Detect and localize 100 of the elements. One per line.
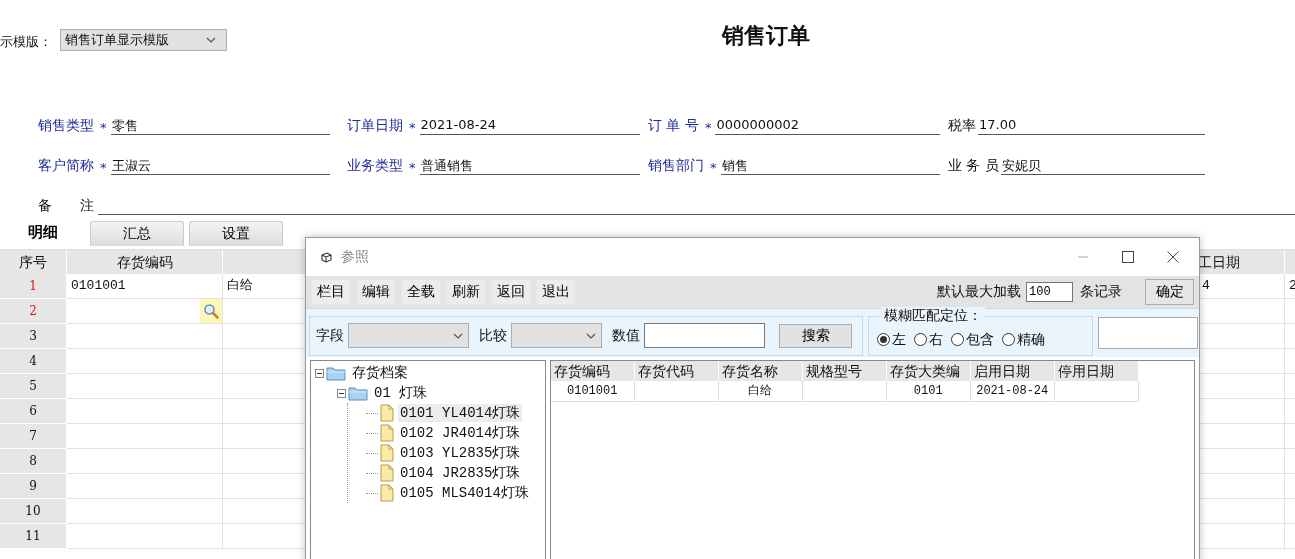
unit-label: 条记录 <box>1080 283 1122 301</box>
document-icon <box>380 484 394 502</box>
confirm-button[interactable]: 确定 <box>1145 279 1194 305</box>
document-icon <box>380 464 394 482</box>
tab[interactable]: 设置 <box>189 221 283 246</box>
radio-button[interactable] <box>1002 333 1015 346</box>
tree-item[interactable]: 0101 YL4014灯珠 <box>398 404 523 422</box>
filter-label: 比较 <box>479 326 507 345</box>
filter-label: 数值 <box>612 326 640 345</box>
column-header[interactable]: 存货编码 <box>67 250 223 274</box>
tree-item[interactable]: 0103 YL2835灯珠 <box>398 444 523 462</box>
field-label: 订单日期 <box>347 117 403 135</box>
radio-button[interactable] <box>877 333 890 346</box>
tree-item[interactable]: 0104 JR2835灯珠 <box>398 464 523 482</box>
toolbar-button[interactable]: 栏目 <box>311 279 351 305</box>
max-load-label: 默认最大加载 <box>937 283 1021 301</box>
field-label: 备 注 <box>38 197 94 215</box>
row-number: 11 <box>0 524 67 549</box>
row-number: 3 <box>0 324 67 349</box>
tree-item[interactable]: 0102 JR4014灯珠 <box>398 424 523 442</box>
toolbar-button[interactable]: 返回 <box>491 279 531 305</box>
document-icon <box>380 424 394 442</box>
form-field[interactable]: 王淑云 <box>110 157 330 175</box>
field-label: 业 务 员 <box>948 157 999 175</box>
filter-label: 字段 <box>316 326 344 345</box>
dialog-title: 参照 <box>341 248 369 266</box>
caret-icon[interactable] <box>586 332 596 339</box>
document-title: 销售订单 <box>722 22 810 50</box>
form-field[interactable]: 普通销售 <box>419 157 640 175</box>
row-number: 6 <box>0 399 67 424</box>
tree-item[interactable]: 存货档案 <box>350 364 410 382</box>
field-label: 业务类型 <box>347 157 403 175</box>
tree-item[interactable]: 01 灯珠 <box>372 384 430 402</box>
radio-label[interactable]: 左 <box>892 330 906 349</box>
toolbar-button[interactable]: 退出 <box>536 279 576 305</box>
row-number: 2 <box>0 299 67 324</box>
value-field[interactable] <box>644 323 765 348</box>
field-label: 客户简称 <box>38 157 94 175</box>
field-select[interactable] <box>348 323 469 348</box>
column-header[interactable]: 存货代码 <box>634 361 719 381</box>
field-label: 订 单 号 <box>648 117 699 135</box>
row-number: 10 <box>0 499 67 524</box>
form-field[interactable]: 17.00 <box>978 117 1205 135</box>
document-icon <box>380 444 394 462</box>
table-cell: 白给 <box>718 381 803 402</box>
search-button[interactable]: 搜索 <box>779 323 852 348</box>
form-field[interactable]: 0000000002 <box>715 117 940 135</box>
template-select[interactable]: 销售订单显示模版 <box>60 29 227 51</box>
max-load-field[interactable]: 100 <box>1026 282 1073 302</box>
column-header[interactable]: 存货名称 <box>718 361 803 381</box>
column-header[interactable]: 停用日期 <box>1054 361 1139 381</box>
row-number: 7 <box>0 424 67 449</box>
caret-icon[interactable] <box>453 332 463 339</box>
row-number: 8 <box>0 449 67 474</box>
tree-item[interactable]: 0105 MLS4014灯珠 <box>398 484 531 502</box>
column-header[interactable]: 序号 <box>0 250 67 274</box>
locate-field[interactable] <box>1098 317 1198 349</box>
caret-icon[interactable] <box>206 37 216 43</box>
radio-button[interactable] <box>951 333 964 346</box>
cube-icon <box>320 250 333 264</box>
form-field[interactable]: 安妮贝 <box>1000 157 1205 175</box>
column-header[interactable]: 规格型号 <box>802 361 887 381</box>
folder-icon <box>326 365 346 381</box>
table-cell: 0101 <box>886 381 971 402</box>
toolbar-button[interactable]: 刷新 <box>446 279 486 305</box>
required-mark: * <box>704 120 712 135</box>
table-cell: 2021-08-24 <box>970 381 1055 402</box>
close-icon[interactable] <box>1167 251 1179 263</box>
required-mark: * <box>100 160 107 175</box>
form-field[interactable]: 2021-08-24 <box>419 117 640 135</box>
tab[interactable]: 汇总 <box>90 221 184 246</box>
search-button[interactable] <box>200 299 222 323</box>
maximize-icon[interactable] <box>1122 251 1134 263</box>
required-mark: * <box>409 120 416 135</box>
toolbar-button[interactable]: 编辑 <box>356 279 396 305</box>
form-field[interactable]: 销售 <box>720 157 940 175</box>
document-icon <box>380 404 394 422</box>
field-label: 税率 <box>948 117 976 135</box>
radio-label[interactable]: 包含 <box>966 330 994 349</box>
column-header[interactable]: 启用日期 <box>970 361 1055 381</box>
toolbar-button[interactable]: 全载 <box>401 279 441 305</box>
row-number: 4 <box>0 349 67 374</box>
field-label: 销售部门 <box>648 157 704 175</box>
collapse-icon[interactable] <box>337 388 346 398</box>
radio-label[interactable]: 右 <box>929 330 943 349</box>
folder-icon <box>348 385 368 401</box>
column-header[interactable]: 存货编码 <box>550 361 635 381</box>
form-field[interactable]: 零售 <box>110 117 330 135</box>
required-mark: * <box>710 160 717 175</box>
row-number: 1 <box>0 274 67 299</box>
column-header[interactable]: 存货大类编 <box>886 361 971 381</box>
template-label: 示模版： <box>0 32 52 51</box>
radio-label[interactable]: 精确 <box>1017 330 1045 349</box>
collapse-icon[interactable] <box>315 368 324 378</box>
row-number: 9 <box>0 474 67 499</box>
field-label: 销售类型 <box>38 117 94 135</box>
table-cell: 0101001 <box>550 381 635 402</box>
row-number: 5 <box>0 374 67 399</box>
radio-button[interactable] <box>914 333 927 346</box>
required-mark: * <box>100 120 107 135</box>
